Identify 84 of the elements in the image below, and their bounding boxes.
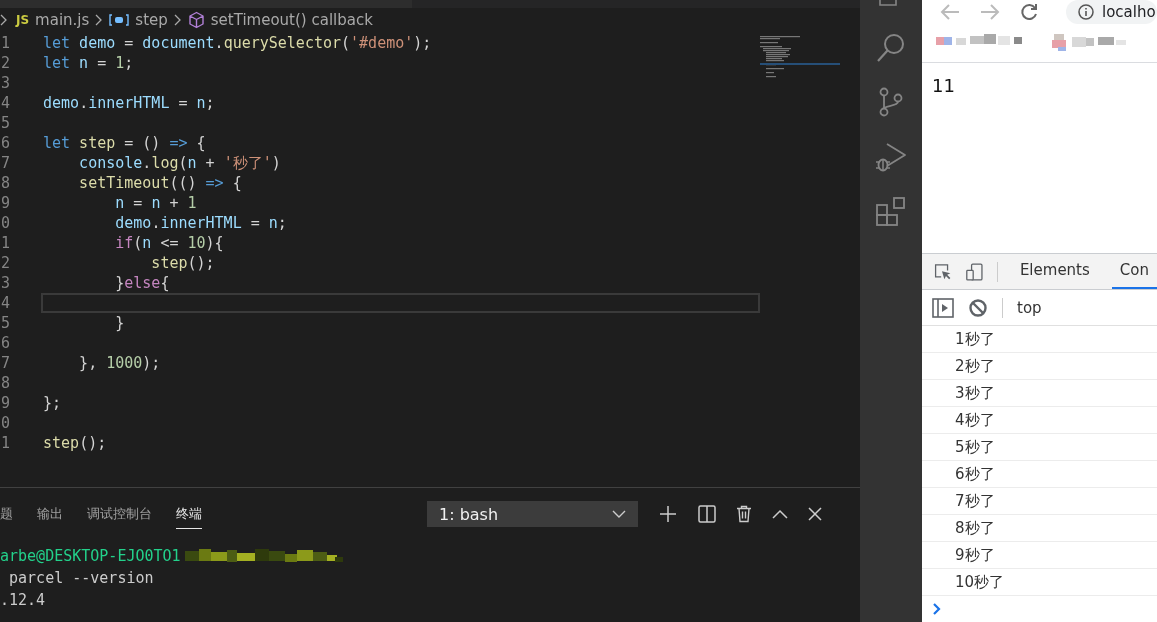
terminal-select[interactable]: 1: bash xyxy=(427,501,638,527)
breadcrumb-item[interactable]: step xyxy=(135,11,168,29)
panel-tab[interactable]: 终端 xyxy=(176,499,202,529)
prompt-chevron-icon xyxy=(932,602,942,616)
chevron-down-icon xyxy=(612,509,626,519)
terminal-prompt: arbe@DESKTOP-EJO0TO1 xyxy=(0,546,181,567)
console-message: 2秒了 xyxy=(955,356,995,376)
code-line: demo.innerHTML = n; xyxy=(114,213,288,233)
line-number: 3 xyxy=(0,273,10,293)
code-line: let n = 1; xyxy=(42,53,135,73)
breadcrumb-item[interactable]: main.js xyxy=(35,11,90,29)
line-number: 1 xyxy=(0,233,10,253)
info-icon xyxy=(1078,4,1094,20)
reload-icon[interactable] xyxy=(1020,3,1038,21)
cube-icon xyxy=(187,11,205,29)
code-line: if(n <= 10){ xyxy=(114,233,225,253)
code-line: step(); xyxy=(150,253,216,273)
code-line: n = n + 1 xyxy=(114,193,198,213)
line-number: 1 xyxy=(0,33,10,53)
line-number: 8 xyxy=(0,173,10,193)
js-file-label: JS xyxy=(16,13,30,27)
chevron-right-icon xyxy=(95,14,104,26)
close-icon[interactable] xyxy=(808,507,822,521)
console-message: 3秒了 xyxy=(955,383,995,403)
code-line: }else{ xyxy=(114,273,171,293)
code-line: }, 1000); xyxy=(78,353,162,373)
variable-icon xyxy=(109,13,130,27)
console-message: 7秒了 xyxy=(955,491,995,511)
plus-icon[interactable] xyxy=(658,504,678,524)
console-message: 8秒了 xyxy=(955,518,995,538)
console-message: 4秒了 xyxy=(955,410,995,430)
line-number: 9 xyxy=(0,393,10,413)
console-message: 6秒了 xyxy=(955,464,995,484)
line-number: 5 xyxy=(0,313,10,333)
devtools-tab[interactable]: Con xyxy=(1111,254,1157,289)
line-number: 0 xyxy=(0,213,10,233)
page-text: 11 xyxy=(932,75,955,96)
code-line: step(); xyxy=(42,433,108,453)
run-debug-icon[interactable] xyxy=(875,140,907,174)
panel-tab[interactable]: 调试控制台 xyxy=(87,499,152,529)
line-number: 4 xyxy=(0,293,10,313)
line-number: 7 xyxy=(0,353,10,373)
console-message: 10秒了 xyxy=(955,572,1005,592)
search-icon[interactable] xyxy=(876,32,906,64)
line-number: 2 xyxy=(0,53,10,73)
breadcrumb-item[interactable]: setTimeout() callback xyxy=(210,11,373,29)
extensions-icon[interactable] xyxy=(875,196,907,228)
context-selector[interactable]: top xyxy=(1017,298,1042,317)
sidebar-toggle-icon[interactable] xyxy=(932,297,954,318)
panel-tab[interactable]: 题 xyxy=(0,499,13,529)
trash-icon[interactable] xyxy=(736,505,752,523)
code-line: demo.innerHTML = n; xyxy=(42,93,216,113)
devtools-tab[interactable]: Elements xyxy=(1011,254,1098,289)
line-number: 6 xyxy=(0,133,10,153)
line-number: 7 xyxy=(0,153,10,173)
terminal-output: .12.4 xyxy=(0,590,46,611)
source-control-icon[interactable] xyxy=(878,86,904,118)
terminal-command: parcel --version xyxy=(8,568,154,589)
code-line: let step = () => { xyxy=(42,133,207,153)
line-number: 1 xyxy=(0,433,10,453)
console-message: 5秒了 xyxy=(955,437,995,457)
line-number: 9 xyxy=(0,193,10,213)
code-line: let demo = document.querySelector('#demo'); xyxy=(42,33,433,53)
line-number: 2 xyxy=(0,253,10,273)
line-number: 5 xyxy=(0,113,10,133)
line-number: 0 xyxy=(0,413,10,433)
address-bar[interactable]: localho xyxy=(1066,0,1157,24)
chevron-up-icon[interactable] xyxy=(772,509,788,519)
console-message: 9秒了 xyxy=(955,545,995,565)
console-message: 1秒了 xyxy=(955,329,995,349)
device-toolbar-icon[interactable] xyxy=(965,260,984,283)
line-number: 6 xyxy=(0,333,10,353)
line-number: 4 xyxy=(0,93,10,113)
panel-tab[interactable]: 输出 xyxy=(37,499,63,529)
split-icon[interactable] xyxy=(698,505,716,523)
clear-console-icon[interactable] xyxy=(968,297,988,318)
code-line: setTimeout(() => { xyxy=(78,173,243,193)
code-line: console.log(n + '秒了') xyxy=(78,153,282,173)
chevron-right-icon xyxy=(0,14,8,26)
chevron-right-icon xyxy=(173,14,182,26)
line-number: 3 xyxy=(0,73,10,93)
code-line: }; xyxy=(42,393,63,413)
code-line: } xyxy=(114,313,126,333)
line-number: 8 xyxy=(0,373,10,393)
